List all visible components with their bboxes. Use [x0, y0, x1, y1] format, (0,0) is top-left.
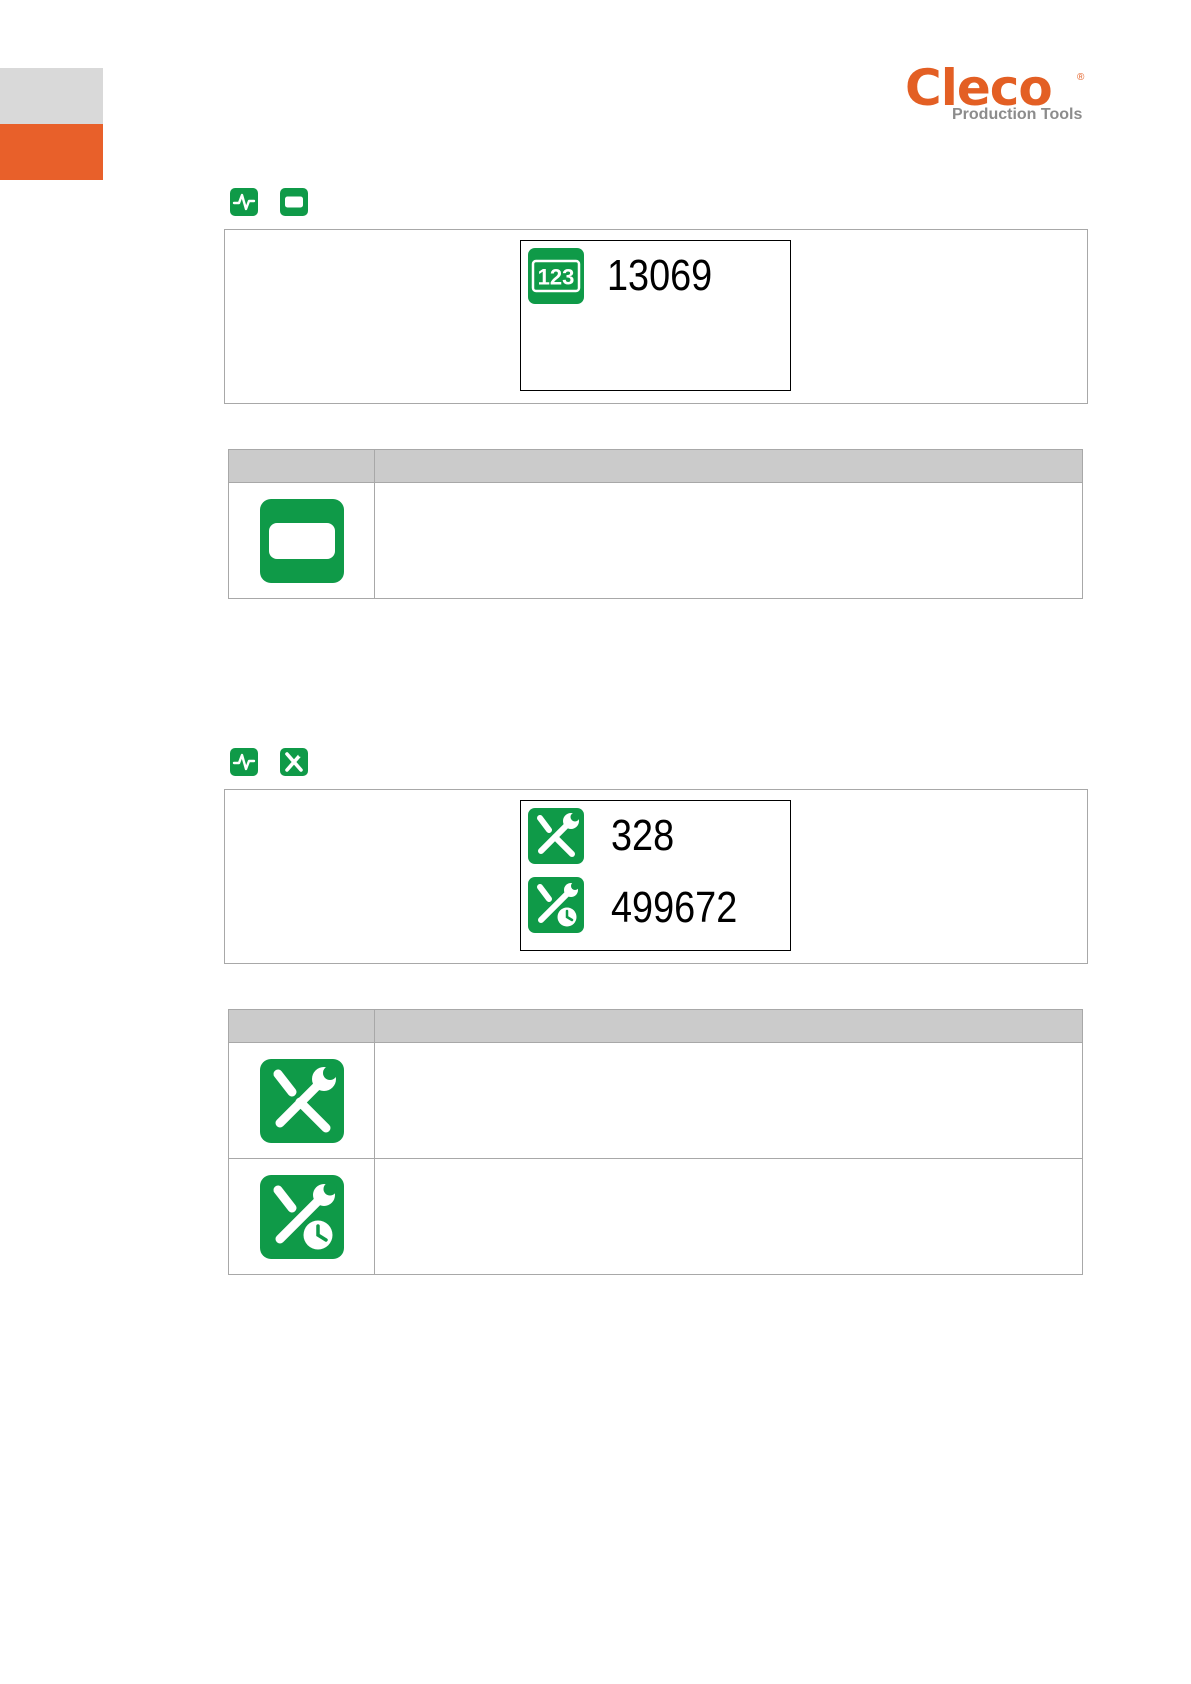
pulse-icon — [230, 748, 258, 776]
tools-icon — [280, 748, 308, 776]
legend-symbol-cell — [228, 1158, 375, 1275]
tool-counter-value: 328 — [611, 811, 675, 860]
logo-registered-mark: ® — [1077, 72, 1085, 83]
device-display: 123 13069 — [520, 240, 791, 391]
legend-row — [228, 1042, 1083, 1159]
legend-row — [228, 482, 1083, 599]
legend-description-cell — [374, 1042, 1083, 1159]
legend-table-a — [228, 449, 1083, 599]
pulse-icon — [230, 188, 258, 216]
legend-description-cell — [374, 482, 1083, 599]
legend-table-b — [228, 1009, 1083, 1275]
counter-123-icon: 123 — [528, 248, 584, 304]
legend-header-description — [374, 449, 1083, 483]
legend-symbol-cell — [228, 482, 375, 599]
legend-row — [228, 1158, 1083, 1275]
legend-header-symbol — [228, 449, 375, 483]
logo-subtitle: Production Tools — [952, 106, 1083, 123]
counter-value: 13069 — [607, 251, 713, 300]
section-tab-grey — [0, 68, 103, 124]
legend-header-row — [228, 1009, 1083, 1043]
tools-clock-icon — [528, 877, 584, 933]
legend-header-description — [374, 1009, 1083, 1043]
tools-icon — [259, 1058, 344, 1143]
cleco-logo: Cleco ® Production Tools — [905, 62, 1090, 132]
device-display: 328 499672 — [520, 800, 791, 951]
legend-header-symbol — [228, 1009, 375, 1043]
legend-description-cell — [374, 1158, 1083, 1275]
legend-header-row — [228, 449, 1083, 483]
tools-clock-icon — [259, 1174, 344, 1259]
section-tab-orange — [0, 124, 103, 180]
tools-icon — [528, 808, 584, 864]
counter-icon-label: 123 — [538, 265, 575, 290]
screen-icon — [259, 498, 344, 583]
legend-symbol-cell — [228, 1042, 375, 1159]
screen-icon — [280, 188, 308, 216]
tool-timer-value: 499672 — [611, 883, 738, 932]
